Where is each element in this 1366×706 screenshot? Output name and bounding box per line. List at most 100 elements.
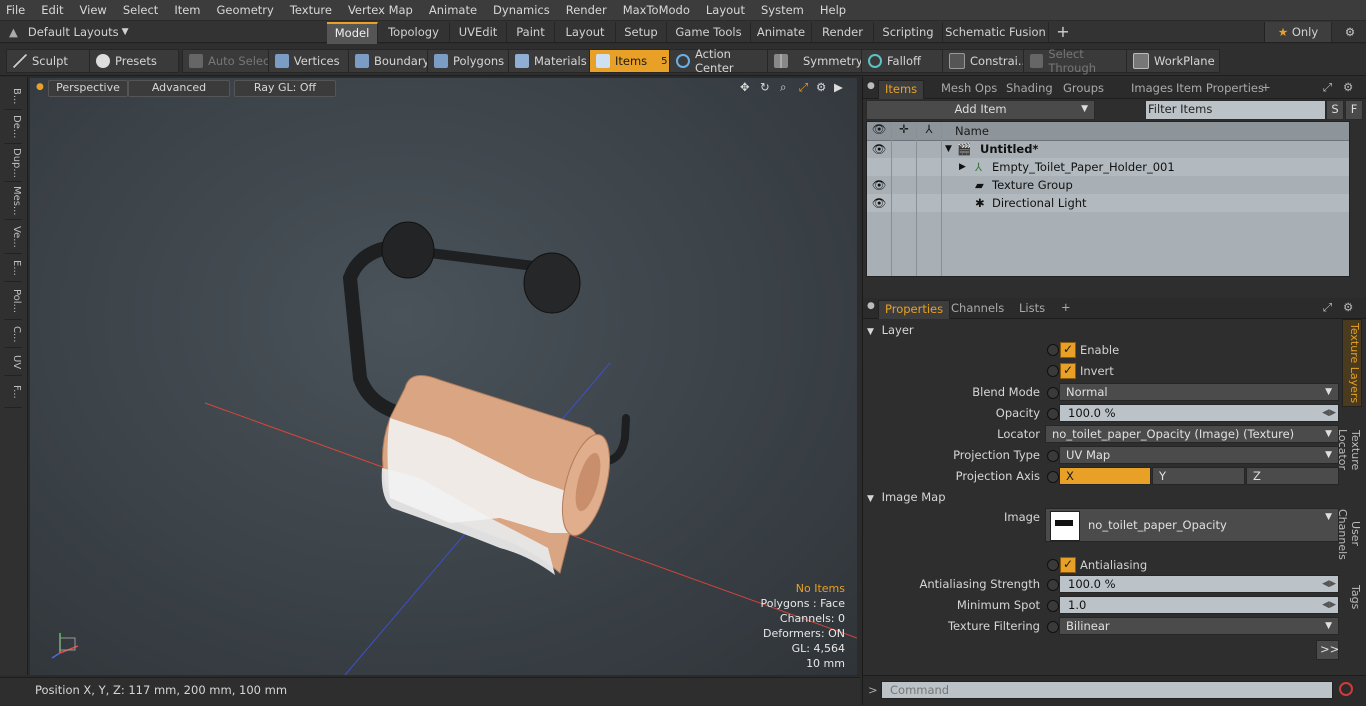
tab-mesh-ops[interactable]: Mesh Ops <box>935 80 1003 98</box>
menu-file[interactable]: File <box>0 0 31 21</box>
filter-s-button[interactable]: S <box>1326 100 1344 120</box>
minimum-spot-slider[interactable]: 1.0 ◀▶ <box>1059 596 1339 614</box>
axis-y-button[interactable]: Y <box>1152 467 1245 485</box>
tab-groups[interactable]: Groups <box>1057 80 1110 98</box>
menu-render[interactable]: Render <box>560 0 613 21</box>
only-toggle[interactable]: ★ Only <box>1264 22 1332 42</box>
falloff-button[interactable]: Falloff <box>861 49 949 73</box>
texture-filtering-select[interactable]: Bilinear ▼ <box>1059 617 1339 635</box>
menu-item[interactable]: Item <box>168 0 206 21</box>
menu-animate[interactable]: Animate <box>423 0 483 21</box>
workplane-button[interactable]: WorkPlane <box>1126 49 1220 73</box>
left-tab-curve[interactable]: C... <box>4 321 22 348</box>
visibility-header-icon[interactable]: 👁 <box>867 122 892 140</box>
tab-model[interactable]: Model <box>327 22 378 44</box>
eye-icon[interactable]: 👁 <box>867 140 892 158</box>
tab-setup[interactable]: Setup <box>616 22 667 42</box>
tab-lists[interactable]: Lists <box>1013 300 1051 318</box>
menu-texture[interactable]: Texture <box>284 0 338 21</box>
menu-dynamics[interactable]: Dynamics <box>487 0 556 21</box>
tab-shading[interactable]: Shading <box>1000 80 1059 98</box>
menu-help[interactable]: Help <box>814 0 852 21</box>
side-tab-tags[interactable]: Tags <box>1344 577 1362 617</box>
invert-checkbox[interactable]: ✓ <box>1060 363 1076 379</box>
left-tab-mesh[interactable]: Mes... <box>4 183 22 220</box>
aa-strength-dot[interactable] <box>1047 579 1059 591</box>
tab-layout[interactable]: Layout <box>555 22 616 42</box>
axis-z-button[interactable]: Z <box>1246 467 1339 485</box>
vertices-button[interactable]: Vertices 1 <box>268 49 355 73</box>
image-map-section-header[interactable]: ▼ Image Map <box>867 489 1335 505</box>
lock-header-icon[interactable]: ✛ <box>892 122 917 140</box>
more-button[interactable]: >> <box>1316 640 1339 660</box>
left-tab-basic[interactable]: B... <box>4 83 22 110</box>
expand-icon[interactable]: ⤢ <box>1323 300 1332 315</box>
tab-scripting[interactable]: Scripting <box>874 22 943 42</box>
materials-button[interactable]: Materials <box>508 49 596 73</box>
command-input[interactable] <box>881 681 1333 699</box>
texture-filtering-dot[interactable] <box>1047 621 1059 633</box>
expand-arrow-icon[interactable]: ▶ <box>959 158 966 176</box>
eye-icon[interactable]: 👁 <box>867 176 892 194</box>
select-through-button[interactable]: Select Through <box>1023 47 1132 75</box>
boundary-button[interactable]: Boundary <box>348 49 434 73</box>
antialiasing-dot[interactable] <box>1047 559 1059 571</box>
item-row-scene[interactable]: 👁 ▼ 🎬 Untitled* <box>867 140 1349 158</box>
left-tab-edge[interactable]: E... <box>4 255 22 282</box>
left-tab-fusion[interactable]: F... <box>4 377 22 408</box>
filter-items-input[interactable]: Filter Items <box>1145 100 1326 120</box>
tab-topology[interactable]: Topology <box>378 22 450 42</box>
add-tab-icon[interactable]: + <box>1261 80 1271 94</box>
item-row-light[interactable]: 👁 ✱ Directional Light <box>867 194 1349 212</box>
enable-checkbox[interactable]: ✓ <box>1060 342 1076 358</box>
record-icon[interactable] <box>1339 682 1353 696</box>
invert-keyframe-dot[interactable] <box>1047 365 1059 377</box>
layout-selector[interactable]: ▲ Default Layouts ▼ <box>0 21 145 43</box>
add-tab-button[interactable]: + <box>1052 22 1074 42</box>
gear-icon[interactable]: ⚙ <box>1338 22 1362 42</box>
tab-animate[interactable]: Animate <box>751 22 812 42</box>
menu-edit[interactable]: Edit <box>35 0 69 21</box>
menu-system[interactable]: System <box>755 0 810 21</box>
menu-view[interactable]: View <box>74 0 113 21</box>
minimum-spot-dot[interactable] <box>1047 600 1059 612</box>
collapse-arrow-icon[interactable]: ▼ <box>945 140 952 158</box>
tab-item-properties[interactable]: Item Properties <box>1170 80 1270 98</box>
auto-select-button[interactable]: Auto Select <box>182 49 275 73</box>
menu-vertex-map[interactable]: Vertex Map <box>342 0 419 21</box>
menu-select[interactable]: Select <box>117 0 164 21</box>
left-tab-uv[interactable]: UV <box>4 349 22 376</box>
side-tab-texture-layers[interactable]: Texture Layers <box>1342 319 1362 407</box>
constraints-button[interactable]: Constrai... <box>942 49 1030 73</box>
action-center-button[interactable]: Action Center <box>669 47 774 75</box>
opacity-slider[interactable]: 100.0 % ◀▶ <box>1059 404 1339 422</box>
symmetry-button[interactable]: Symmetry <box>767 49 867 73</box>
tab-game-tools[interactable]: Game Tools <box>667 22 751 42</box>
axis-x-button[interactable]: X <box>1059 467 1151 485</box>
projection-type-select[interactable]: UV Map ▼ <box>1059 446 1339 464</box>
blend-mode-select[interactable]: Normal ▼ <box>1059 383 1339 401</box>
blend-mode-dot[interactable] <box>1047 387 1059 399</box>
menu-layout[interactable]: Layout <box>700 0 751 21</box>
item-row-mesh[interactable]: ▶ ⅄ Empty_Toilet_Paper_Holder_001 <box>867 158 1349 176</box>
tab-properties[interactable]: Properties <box>878 300 951 319</box>
projection-type-dot[interactable] <box>1047 450 1059 462</box>
tab-items[interactable]: Items <box>878 80 925 99</box>
panel-gear-icon[interactable]: ⚙ <box>1343 300 1353 314</box>
polygons-button[interactable]: Polygons <box>427 49 512 73</box>
panel-gear-icon[interactable]: ⚙ <box>1343 80 1353 94</box>
left-tab-duplicate[interactable]: Dup... <box>4 145 22 182</box>
side-tab-texture-locator[interactable]: Texture Locator <box>1336 409 1362 491</box>
type-header-icon[interactable]: ⅄ <box>917 122 942 140</box>
expand-icon[interactable]: ⤢ <box>1323 80 1332 95</box>
add-tab-icon[interactable]: + <box>1061 300 1071 314</box>
locator-select[interactable]: no_toilet_paper_Opacity (Image) (Texture… <box>1045 425 1339 443</box>
projection-axis-dot[interactable] <box>1047 471 1059 483</box>
sculpt-button[interactable]: Sculpt <box>6 49 96 73</box>
aa-strength-slider[interactable]: 100.0 % ◀▶ <box>1059 575 1339 593</box>
add-item-button[interactable]: Add Item ▼ <box>866 100 1095 120</box>
tab-schematic-fusion[interactable]: Schematic Fusion <box>943 22 1049 42</box>
left-tab-deform[interactable]: De... <box>4 111 22 144</box>
layer-section-header[interactable]: ▼ Layer <box>867 322 1335 338</box>
item-row-texture-group[interactable]: 👁 ▰ Texture Group <box>867 176 1349 194</box>
